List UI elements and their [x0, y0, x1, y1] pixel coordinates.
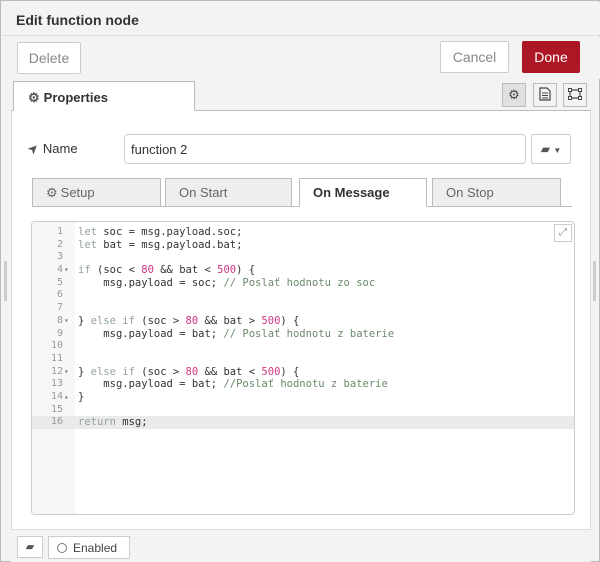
code-line[interactable]: 8 ▾ } else if (soc > 80 && bat > 500) { — [32, 315, 574, 328]
fold-toggle-icon[interactable]: ▴ — [64, 391, 74, 404]
tab-on-stop-label: On Stop — [446, 185, 494, 200]
properties-panel: ➤Name ▰ ▼ ⚙Setup On Start On Message On … — [11, 111, 591, 529]
expand-editor-button[interactable]: ⤢ — [554, 224, 572, 242]
code-text: let bat = msg.payload.bat; — [78, 238, 243, 251]
line-number: 2 — [56, 238, 63, 250]
line-number: 15 — [50, 403, 63, 415]
code-text: } — [78, 390, 85, 403]
line-number: 8 — [56, 314, 63, 326]
line-number: 10 — [50, 340, 63, 352]
appearance-tab-button[interactable] — [563, 83, 587, 107]
fold-toggle-icon[interactable]: ▾ — [64, 315, 74, 328]
code-line[interactable]: 11 — [32, 353, 574, 366]
tab-on-start[interactable]: On Start — [165, 178, 292, 207]
code-line[interactable]: 12 ▾ } else if (soc > 80 && bat < 500) { — [32, 366, 574, 379]
right-resize-handle[interactable] — [593, 261, 596, 301]
code-line[interactable]: 9 msg.payload = bat; // Poslať hodnotu z… — [32, 328, 574, 341]
line-number: 3 — [56, 251, 63, 263]
code-line[interactable]: 4 ▾ if (soc < 80 && bat < 500) { — [32, 264, 574, 277]
tab-on-start-label: On Start — [179, 185, 228, 200]
line-number: 1 — [56, 226, 63, 237]
done-button[interactable]: Done — [522, 41, 580, 73]
code-text: let soc = msg.payload.soc; — [78, 226, 243, 238]
expand-icon: ⤢ — [559, 227, 567, 238]
enabled-radio-icon — [57, 543, 67, 553]
library-dropdown-button[interactable]: ▰ ▼ — [531, 134, 571, 164]
left-resize-handle[interactable] — [4, 261, 7, 301]
enabled-toggle[interactable]: Enabled — [48, 536, 130, 559]
code-line[interactable]: 3 — [32, 251, 574, 264]
tab-on-stop[interactable]: On Stop — [432, 178, 561, 207]
code-line[interactable]: 16 return msg; — [32, 416, 574, 429]
gear-icon: ⚙ — [46, 185, 58, 200]
dialog-footer: ▰ Enabled — [11, 529, 591, 562]
line-number: 14 — [50, 390, 63, 402]
code-line[interactable]: 2 let bat = msg.payload.bat; — [32, 239, 574, 252]
code-line[interactable]: 15 — [32, 404, 574, 417]
code-line[interactable]: 5 msg.payload = soc; // Poslať hodnotu z… — [32, 277, 574, 290]
code-line[interactable]: 1 let soc = msg.payload.soc; — [32, 226, 574, 239]
tab-properties-label: Properties — [43, 90, 108, 105]
document-icon — [539, 87, 551, 101]
code-line[interactable]: 14 ▴} — [32, 391, 574, 404]
description-tab-button[interactable] — [533, 83, 557, 107]
caret-down-icon: ▼ — [553, 146, 562, 155]
settings-tab-button[interactable]: ⚙ — [502, 83, 526, 107]
line-number: 5 — [56, 276, 63, 288]
code-text: msg.payload = bat; // Poslať hodnotu z b… — [103, 327, 395, 340]
code-text: } else if (soc > 80 && bat < 500) { — [78, 365, 300, 378]
tab-on-message-label: On Message — [313, 185, 390, 200]
tab-setup-label: Setup — [60, 185, 95, 200]
line-number: 12 — [50, 365, 63, 377]
code-text: if (soc < 80 && bat < 500) { — [78, 264, 256, 277]
line-number: 4 — [56, 264, 63, 276]
code-line[interactable]: 7 — [32, 302, 574, 315]
code-line[interactable]: 10 — [32, 340, 574, 353]
code-line[interactable]: 13 msg.payload = bat; //Poslať hodnotu z… — [32, 378, 574, 391]
code-line[interactable]: 6 — [32, 289, 574, 302]
name-label-text: Name — [42, 141, 78, 156]
tag-icon: ➤ — [23, 139, 43, 158]
code-text: msg.payload = bat; //Poslať hodnotu z ba… — [103, 378, 388, 391]
line-number: 13 — [50, 378, 63, 390]
function-tab-bar: ⚙ Setup On Start On Message On Stop — [32, 178, 572, 207]
code-text: msg.payload = soc; // Poslať hodnotu zo … — [103, 276, 376, 289]
name-label: ➤Name — [24, 139, 78, 157]
book-icon: ▰ — [540, 142, 550, 156]
edit-dialog: Edit function node Delete Cancel Done ⚙ P… — [0, 0, 600, 562]
enabled-label: Enabled — [73, 541, 118, 555]
code-editor[interactable]: 1 let soc = msg.payload.soc; 2 let bat = ms… — [31, 221, 575, 515]
line-number: 6 — [56, 289, 63, 301]
outer-tab-bar: ⚙ Properties ⚙ — [11, 81, 591, 111]
line-number: 11 — [50, 352, 63, 364]
tab-properties[interactable]: ⚙ Properties — [13, 81, 195, 111]
code-text: } else if (soc > 80 && bat > 500) { — [78, 314, 300, 327]
fold-toggle-icon[interactable]: ▾ — [64, 264, 74, 277]
help-button[interactable]: ▰ — [17, 536, 43, 558]
line-number: 7 — [56, 302, 63, 314]
action-bar: Delete Cancel Done — [2, 37, 600, 79]
cancel-button[interactable]: Cancel — [440, 41, 509, 73]
gear-icon: ⚙ — [508, 87, 520, 102]
delete-button[interactable]: Delete — [17, 42, 81, 74]
node-appearance-icon — [568, 88, 582, 100]
tab-setup[interactable]: ⚙ Setup — [32, 178, 161, 207]
name-input[interactable] — [124, 134, 526, 164]
book-icon: ▰ — [25, 541, 35, 553]
code-lines: 1 let soc = msg.payload.soc; 2 let bat = ms… — [32, 226, 574, 429]
tab-on-message[interactable]: On Message — [299, 178, 427, 207]
line-number: 9 — [56, 327, 63, 339]
gear-icon: ⚙ — [28, 90, 40, 105]
code-text: return msg; — [78, 416, 148, 429]
fold-toggle-icon[interactable]: ▾ — [64, 366, 74, 379]
dialog-title: Edit function node — [2, 2, 600, 36]
line-number: 16 — [50, 416, 63, 428]
